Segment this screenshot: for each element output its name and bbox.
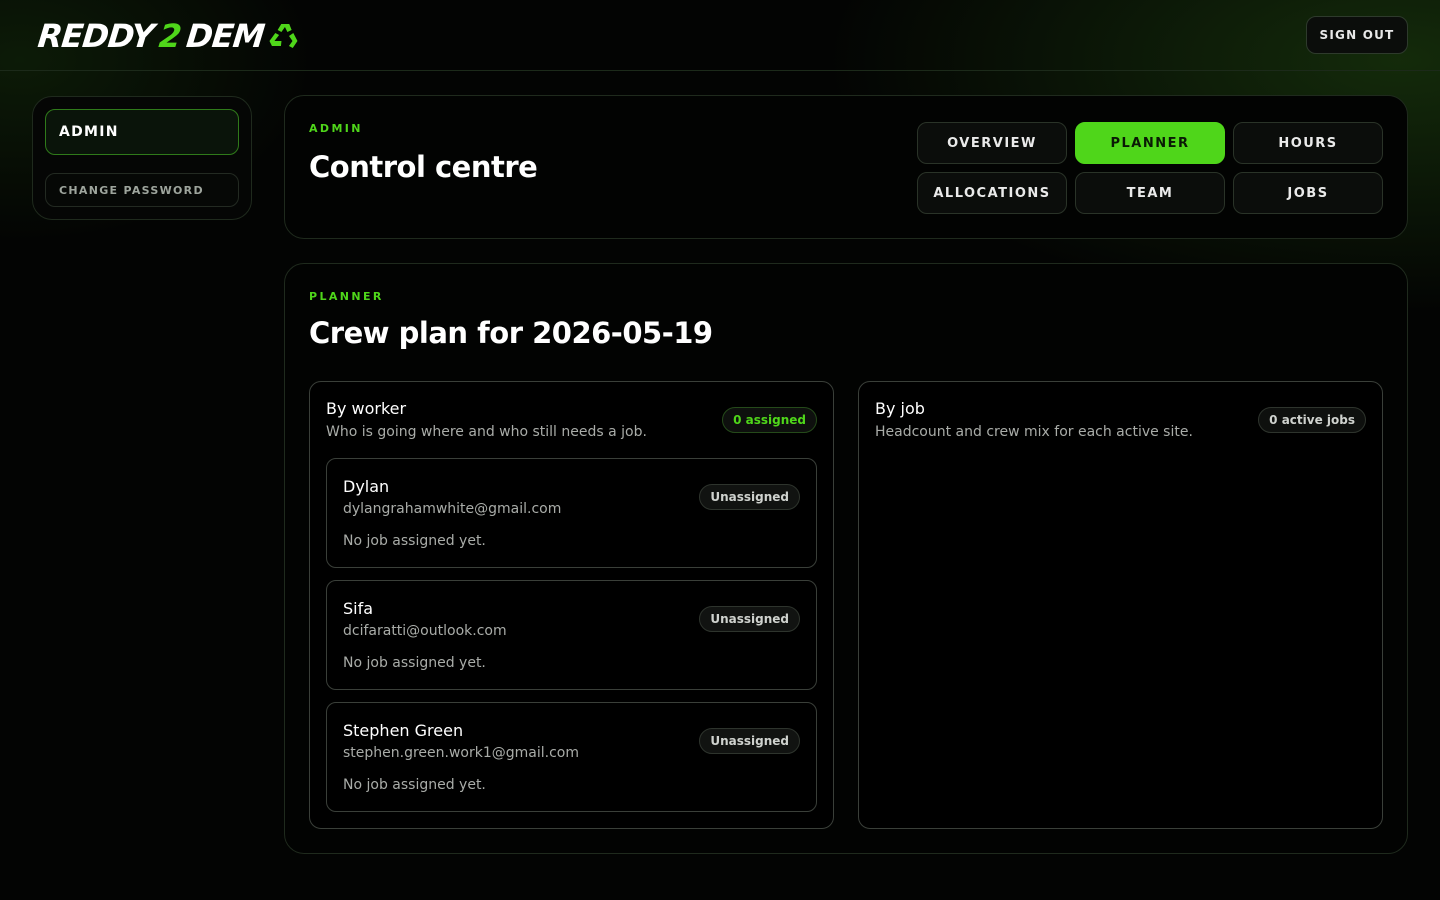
top-bar: REDDY 2 DEM SIGN OUT xyxy=(0,0,1440,71)
planner-eyebrow: PLANNER xyxy=(309,290,384,303)
recycle-icon xyxy=(269,24,298,48)
planner-title: Crew plan for 2026-05-19 xyxy=(309,316,713,350)
admin-tabs: OVERVIEW PLANNER HOURS ALLOCATIONS TEAM … xyxy=(917,122,1383,214)
by-job-subtitle: Headcount and crew mix for each active s… xyxy=(875,424,1193,440)
status-badge: Unassigned xyxy=(699,728,800,754)
by-worker-title: By worker xyxy=(326,399,407,418)
worker-card[interactable]: Sifa dcifaratti@outlook.com Unassigned N… xyxy=(326,580,817,690)
worker-note: No job assigned yet. xyxy=(343,655,486,671)
worker-email: dylangrahamwhite@gmail.com xyxy=(343,501,562,517)
sign-out-button[interactable]: SIGN OUT xyxy=(1306,16,1408,54)
worker-email: dcifaratti@outlook.com xyxy=(343,623,507,639)
worker-name: Dylan xyxy=(343,477,390,496)
worker-card[interactable]: Stephen Green stephen.green.work1@gmail.… xyxy=(326,702,817,812)
active-jobs-badge: 0 active jobs xyxy=(1258,407,1366,433)
by-worker-panel: By worker Who is going where and who sti… xyxy=(309,381,834,829)
tab-planner[interactable]: PLANNER xyxy=(1075,122,1225,164)
control-centre-card: ADMIN Control centre OVERVIEW PLANNER HO… xyxy=(284,95,1408,239)
worker-name: Sifa xyxy=(343,599,374,618)
worker-card[interactable]: Dylan dylangrahamwhite@gmail.com Unassig… xyxy=(326,458,817,568)
sidebar: ADMIN CHANGE PASSWORD xyxy=(32,96,252,220)
by-worker-subtitle: Who is going where and who still needs a… xyxy=(326,424,647,440)
tab-overview[interactable]: OVERVIEW xyxy=(917,122,1067,164)
sidebar-item-admin[interactable]: ADMIN xyxy=(45,109,239,155)
brand-logo[interactable]: REDDY 2 DEM xyxy=(36,14,304,58)
planner-card: PLANNER Crew plan for 2026-05-19 By work… xyxy=(284,263,1408,854)
tab-jobs[interactable]: JOBS xyxy=(1233,172,1383,214)
logo-text-two: 2 xyxy=(157,17,183,55)
logo-text-reddy: REDDY xyxy=(36,17,156,55)
by-job-title: By job xyxy=(875,399,925,418)
assigned-count-badge: 0 assigned xyxy=(722,407,817,433)
tab-team[interactable]: TEAM xyxy=(1075,172,1225,214)
sidebar-item-change-password[interactable]: CHANGE PASSWORD xyxy=(45,173,239,207)
tab-hours[interactable]: HOURS xyxy=(1233,122,1383,164)
worker-note: No job assigned yet. xyxy=(343,533,486,549)
worker-name: Stephen Green xyxy=(343,721,464,740)
tab-allocations[interactable]: ALLOCATIONS xyxy=(917,172,1067,214)
by-job-panel: By job Headcount and crew mix for each a… xyxy=(858,381,1383,829)
control-eyebrow: ADMIN xyxy=(309,122,363,135)
worker-email: stephen.green.work1@gmail.com xyxy=(343,745,579,761)
worker-note: No job assigned yet. xyxy=(343,777,486,793)
logo-text-demo: DEM xyxy=(184,17,266,55)
page-title: Control centre xyxy=(309,150,538,184)
status-badge: Unassigned xyxy=(699,484,800,510)
status-badge: Unassigned xyxy=(699,606,800,632)
